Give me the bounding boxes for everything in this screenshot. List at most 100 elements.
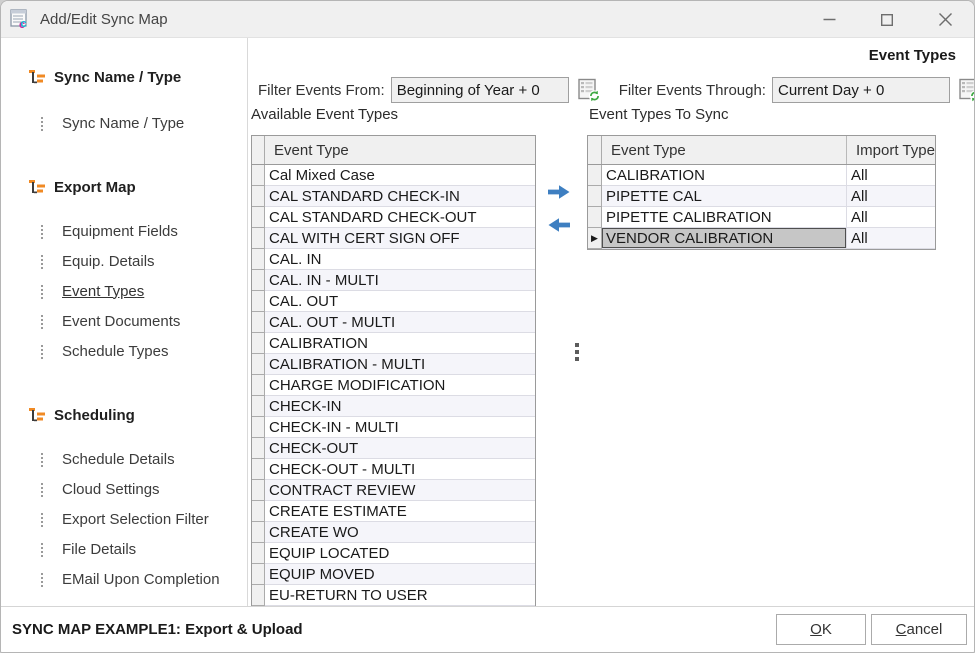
- row-indicator[interactable]: [252, 459, 265, 480]
- import-type-cell[interactable]: All: [847, 228, 935, 249]
- column-header-import-type[interactable]: Import Type: [847, 136, 935, 164]
- row-indicator[interactable]: [252, 249, 265, 270]
- event-type-cell[interactable]: Cal Mixed Case: [265, 165, 535, 186]
- remove-event-type-arrow-button[interactable]: [547, 216, 571, 234]
- row-indicator[interactable]: [252, 585, 265, 606]
- row-indicator[interactable]: [252, 438, 265, 459]
- table-row[interactable]: CHECK-IN: [252, 396, 535, 417]
- event-type-cell[interactable]: CAL. IN - MULTI: [265, 270, 535, 291]
- event-type-cell[interactable]: CALIBRATION - MULTI: [265, 354, 535, 375]
- row-indicator[interactable]: [252, 375, 265, 396]
- row-indicator[interactable]: [252, 228, 265, 249]
- event-type-cell[interactable]: EU-RETURN TO USER: [265, 585, 535, 606]
- column-header-event-type[interactable]: Event Type: [265, 136, 535, 164]
- table-row[interactable]: CHECK-OUT - MULTI: [252, 459, 535, 480]
- event-type-cell[interactable]: CALIBRATION: [265, 333, 535, 354]
- table-row[interactable]: CAL STANDARD CHECK-IN: [252, 186, 535, 207]
- table-row[interactable]: EU-RETURN TO USER: [252, 585, 535, 606]
- row-indicator[interactable]: [588, 186, 602, 207]
- row-indicator[interactable]: [252, 270, 265, 291]
- row-indicator[interactable]: [588, 165, 602, 186]
- table-row[interactable]: Cal Mixed Case: [252, 165, 535, 186]
- filter-through-refresh-icon[interactable]: [958, 78, 975, 102]
- table-row[interactable]: PIPETTE CALIBRATION All: [588, 207, 935, 228]
- table-row[interactable]: CHARGE MODIFICATION: [252, 375, 535, 396]
- event-type-cell[interactable]: CREATE WO: [265, 522, 535, 543]
- sidebar-item[interactable]: File Details: [41, 539, 247, 559]
- event-type-cell[interactable]: CHECK-OUT - MULTI: [265, 459, 535, 480]
- column-header-event-type[interactable]: Event Type: [602, 136, 847, 164]
- minimize-button[interactable]: [800, 1, 858, 38]
- sidebar-item[interactable]: Sync Name / Type: [41, 113, 247, 133]
- event-type-cell[interactable]: PIPETTE CAL: [602, 186, 847, 207]
- filter-from-refresh-icon[interactable]: [577, 78, 601, 102]
- row-indicator[interactable]: [252, 396, 265, 417]
- sidebar-item[interactable]: Export Selection Filter: [41, 509, 247, 529]
- event-type-cell[interactable]: CHARGE MODIFICATION: [265, 375, 535, 396]
- splitter-grip-icon[interactable]: [575, 343, 579, 361]
- table-row[interactable]: CHECK-IN - MULTI: [252, 417, 535, 438]
- table-row[interactable]: CREATE WO: [252, 522, 535, 543]
- event-type-cell[interactable]: CHECK-OUT: [265, 438, 535, 459]
- ok-button[interactable]: OK: [776, 614, 866, 645]
- import-type-cell[interactable]: All: [847, 165, 935, 186]
- table-row[interactable]: PIPETTE CAL All: [588, 186, 935, 207]
- import-type-cell[interactable]: All: [847, 186, 935, 207]
- row-indicator[interactable]: [252, 480, 265, 501]
- table-row[interactable]: CALIBRATION - MULTI: [252, 354, 535, 375]
- event-type-cell[interactable]: PIPETTE CALIBRATION: [602, 207, 847, 228]
- table-row[interactable]: CONTRACT REVIEW: [252, 480, 535, 501]
- row-indicator[interactable]: [252, 543, 265, 564]
- event-type-cell[interactable]: EQUIP MOVED: [265, 564, 535, 585]
- sidebar-item[interactable]: Schedule Details: [41, 449, 247, 469]
- row-indicator[interactable]: [252, 186, 265, 207]
- table-row[interactable]: CAL. IN: [252, 249, 535, 270]
- table-row[interactable]: CALIBRATION: [252, 333, 535, 354]
- table-row[interactable]: CREATE ESTIMATE: [252, 501, 535, 522]
- row-indicator[interactable]: [252, 564, 265, 585]
- event-type-cell[interactable]: CONTRACT REVIEW: [265, 480, 535, 501]
- row-indicator[interactable]: [252, 333, 265, 354]
- event-type-cell[interactable]: EQUIP LOCATED: [265, 543, 535, 564]
- row-indicator[interactable]: [252, 354, 265, 375]
- event-type-cell[interactable]: CAL. OUT - MULTI: [265, 312, 535, 333]
- table-row[interactable]: EQUIP LOCATED: [252, 543, 535, 564]
- event-type-cell[interactable]: CAL. OUT: [265, 291, 535, 312]
- event-type-cell[interactable]: CHECK-IN - MULTI: [265, 417, 535, 438]
- row-indicator[interactable]: [252, 417, 265, 438]
- row-indicator[interactable]: [252, 291, 265, 312]
- table-row[interactable]: VENDOR CALIBRATION All: [588, 228, 935, 249]
- sidebar-item[interactable]: Event Documents: [41, 311, 247, 331]
- filter-through-input[interactable]: [772, 77, 950, 103]
- close-button[interactable]: [916, 1, 974, 38]
- event-type-cell[interactable]: VENDOR CALIBRATION: [602, 228, 847, 249]
- event-type-cell[interactable]: CAL STANDARD CHECK-IN: [265, 186, 535, 207]
- table-row[interactable]: CAL. OUT - MULTI: [252, 312, 535, 333]
- table-row[interactable]: CAL WITH CERT SIGN OFF: [252, 228, 535, 249]
- sidebar-item[interactable]: Event Types: [41, 281, 247, 301]
- sidebar-item[interactable]: EMail Upon Completion: [41, 569, 247, 589]
- filter-from-input[interactable]: [391, 77, 569, 103]
- add-event-type-arrow-button[interactable]: [547, 183, 571, 201]
- cancel-button[interactable]: Cancel: [871, 614, 967, 645]
- sidebar-item[interactable]: Schedule Types: [41, 341, 247, 361]
- row-indicator[interactable]: [252, 207, 265, 228]
- table-row[interactable]: CAL. OUT: [252, 291, 535, 312]
- event-type-cell[interactable]: CAL WITH CERT SIGN OFF: [265, 228, 535, 249]
- table-row[interactable]: CAL. IN - MULTI: [252, 270, 535, 291]
- row-indicator[interactable]: [588, 228, 602, 249]
- table-row[interactable]: CAL STANDARD CHECK-OUT: [252, 207, 535, 228]
- table-row[interactable]: CHECK-OUT: [252, 438, 535, 459]
- event-type-cell[interactable]: CHECK-IN: [265, 396, 535, 417]
- import-type-cell[interactable]: All: [847, 207, 935, 228]
- row-indicator[interactable]: [588, 207, 602, 228]
- sidebar-item[interactable]: Equip. Details: [41, 251, 247, 271]
- event-type-cell[interactable]: CREATE ESTIMATE: [265, 501, 535, 522]
- maximize-button[interactable]: [858, 1, 916, 38]
- event-type-cell[interactable]: CAL. IN: [265, 249, 535, 270]
- table-row[interactable]: CALIBRATION All: [588, 165, 935, 186]
- row-indicator[interactable]: [252, 165, 265, 186]
- sidebar-item[interactable]: Cloud Settings: [41, 479, 247, 499]
- row-indicator[interactable]: [252, 501, 265, 522]
- sidebar-item[interactable]: Equipment Fields: [41, 221, 247, 241]
